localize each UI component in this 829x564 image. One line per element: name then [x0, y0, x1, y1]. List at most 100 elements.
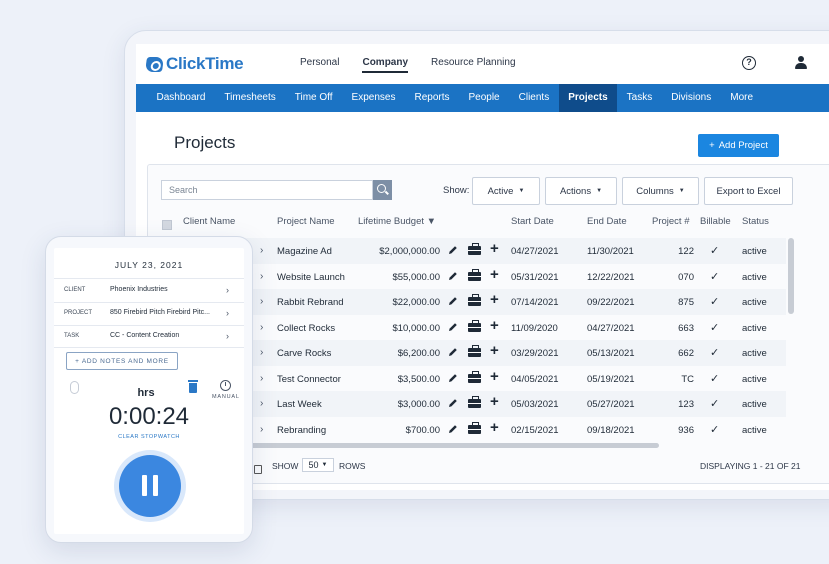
top-nav-company[interactable]: Company — [362, 57, 409, 73]
rows-per-page-value: 50 — [308, 460, 319, 470]
clear-stopwatch-link[interactable]: CLEAR STOPWATCH — [54, 434, 244, 440]
col-billable[interactable]: Billable — [700, 216, 731, 227]
project-name[interactable]: Rabbit Rebrand — [277, 297, 344, 308]
pause-icon[interactable] — [119, 455, 181, 517]
question-circle-icon[interactable]: ? — [742, 56, 756, 70]
plus-icon[interactable]: + — [490, 291, 499, 308]
pencil-icon[interactable] — [447, 397, 459, 409]
table-settings-icon[interactable] — [254, 465, 262, 474]
billable-check-icon: ✓ — [710, 296, 720, 308]
trash-icon[interactable] — [188, 380, 198, 393]
plus-icon[interactable]: + — [490, 419, 499, 436]
add-project-button[interactable]: + Add Project — [698, 134, 779, 157]
status-value: active — [742, 297, 767, 308]
col-end-date[interactable]: End Date — [587, 216, 627, 227]
lifetime-budget: $700.00 — [405, 424, 440, 436]
pencil-icon[interactable] — [447, 321, 459, 333]
briefcase-icon[interactable] — [468, 370, 481, 383]
col-start-date[interactable]: Start Date — [511, 216, 554, 227]
rows-per-page-select[interactable]: 50 ▼ — [302, 458, 334, 472]
project-name[interactable]: Test Connector — [277, 374, 341, 385]
chevron-right-icon[interactable]: › — [260, 245, 263, 256]
caret-down-icon: ▼ — [321, 462, 328, 468]
nav-more[interactable]: More — [721, 84, 763, 112]
top-nav-personal[interactable]: Personal — [300, 57, 339, 73]
project-name[interactable]: Last Week — [277, 399, 322, 410]
phone-task-row[interactable]: TASK CC - Content Creation › — [54, 325, 244, 348]
nav-dashboard[interactable]: Dashboard — [147, 84, 215, 112]
client-key: CLIENT — [64, 287, 86, 293]
briefcase-icon[interactable] — [468, 345, 481, 357]
nav-projects[interactable]: Projects — [558, 84, 618, 112]
show-label: Show: — [443, 185, 470, 196]
nav-divisions[interactable]: Divisions — [662, 84, 721, 112]
divider — [54, 347, 244, 348]
chevron-right-icon[interactable]: › — [260, 347, 263, 358]
horizontal-scrollbar[interactable] — [236, 443, 659, 448]
top-nav-resource-planning[interactable]: Resource Planning — [431, 57, 516, 73]
nav-clients[interactable]: Clients — [509, 84, 559, 112]
col-project-name[interactable]: Project Name — [277, 216, 335, 227]
start-date: 04/27/2021 — [511, 246, 559, 257]
columns-label: Columns — [636, 185, 674, 197]
col-project-number[interactable]: Project # — [652, 216, 690, 227]
pencil-icon[interactable] — [447, 244, 459, 256]
plus-icon[interactable]: + — [490, 317, 499, 334]
project-name[interactable]: Website Launch — [277, 272, 345, 283]
export-excel-button[interactable]: Export to Excel — [704, 177, 793, 205]
pencil-icon[interactable] — [447, 423, 459, 435]
col-client-name[interactable]: Client Name — [183, 216, 235, 227]
plus-icon[interactable]: + — [490, 393, 499, 410]
nav-people[interactable]: People — [459, 84, 509, 112]
pencil-icon[interactable] — [447, 295, 459, 307]
nav-reports[interactable]: Reports — [405, 84, 459, 112]
project-name[interactable]: Collect Rocks — [277, 323, 335, 334]
search-icon[interactable] — [373, 180, 392, 200]
project-number: 662 — [678, 348, 694, 359]
project-name[interactable]: Rebranding — [277, 425, 326, 436]
briefcase-icon[interactable] — [468, 319, 481, 332]
pencil-icon[interactable] — [447, 372, 459, 384]
actions-dropdown[interactable]: Actions ▼ — [545, 177, 617, 205]
nav-expenses[interactable]: Expenses — [342, 84, 405, 112]
status-filter-dropdown[interactable]: Active ▼ — [472, 177, 540, 205]
chevron-right-icon[interactable]: › — [260, 398, 263, 409]
chevron-right-icon[interactable]: › — [260, 322, 263, 333]
timer-icon[interactable] — [220, 380, 231, 391]
briefcase-icon[interactable] — [468, 396, 481, 408]
nav-tasks[interactable]: Tasks — [617, 84, 662, 112]
clicktime-logo[interactable]: ClickTime — [144, 54, 244, 74]
columns-dropdown[interactable]: Columns ▼ — [622, 177, 699, 205]
chevron-right-icon[interactable]: › — [260, 373, 263, 384]
manual-label[interactable]: MANUAL — [212, 394, 240, 400]
search-input[interactable]: Search — [161, 180, 373, 200]
plus-icon: + — [709, 140, 715, 151]
pencil-icon[interactable] — [447, 346, 459, 358]
plus-icon[interactable]: + — [490, 368, 499, 385]
plus-icon[interactable]: + — [490, 240, 499, 257]
phone-client-row[interactable]: CLIENT Phoenix Industries › — [54, 279, 244, 302]
add-project-label: Add Project — [718, 140, 768, 151]
status-value: active — [742, 246, 767, 257]
col-status[interactable]: Status — [742, 216, 769, 227]
briefcase-icon[interactable] — [468, 421, 481, 434]
plus-icon[interactable]: + — [490, 342, 499, 359]
chevron-right-icon[interactable]: › — [260, 271, 263, 282]
chevron-right-icon[interactable]: › — [260, 296, 263, 307]
vertical-scrollbar[interactable] — [788, 238, 794, 314]
phone-project-row[interactable]: PROJECT 850 Firebird Pitch Firebird Pitc… — [54, 302, 244, 325]
briefcase-icon[interactable] — [468, 294, 481, 306]
briefcase-icon[interactable] — [468, 268, 481, 281]
chevron-right-icon[interactable]: › — [260, 424, 263, 435]
plus-icon[interactable]: + — [490, 266, 499, 283]
project-name[interactable]: Magazine Ad — [277, 246, 332, 257]
pencil-icon[interactable] — [447, 270, 459, 282]
add-notes-button[interactable]: + ADD NOTES AND MORE — [66, 352, 178, 370]
user-icon[interactable] — [794, 56, 808, 70]
status-value: active — [742, 424, 767, 436]
col-lifetime-budget[interactable]: Lifetime Budget ▼ — [358, 216, 436, 227]
nav-timesheets[interactable]: Timesheets — [215, 84, 285, 112]
briefcase-icon[interactable] — [468, 243, 481, 255]
project-name[interactable]: Carve Rocks — [277, 348, 331, 359]
nav-time-off[interactable]: Time Off — [285, 84, 342, 112]
